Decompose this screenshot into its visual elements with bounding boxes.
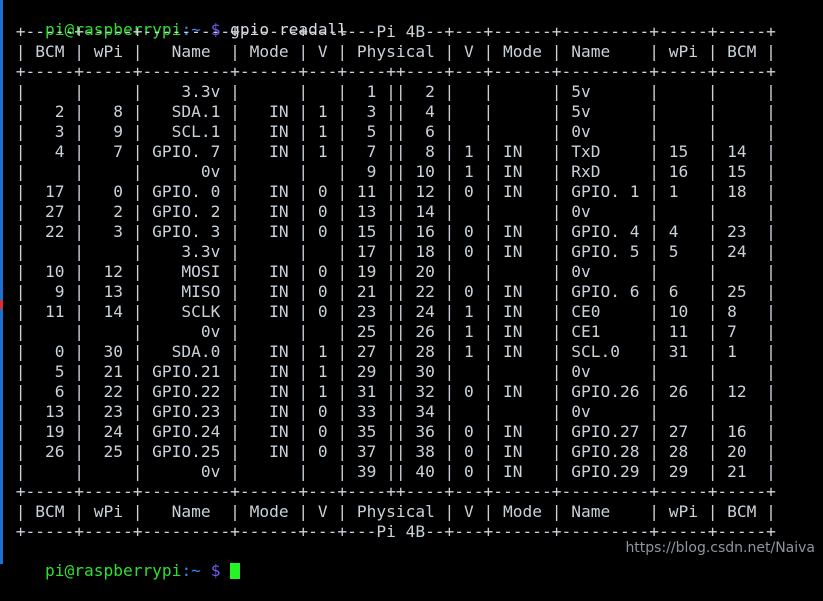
watermark: https://blog.csdn.net/Naiva xyxy=(625,540,815,556)
table-line: | 9 | 13 | MISO | IN | 0 | 21 || 22 | 0 … xyxy=(6,282,776,301)
scrollbar-track[interactable] xyxy=(0,0,3,564)
table-line: | 19 | 24 | GPIO.24 | IN | 0 | 35 || 36 … xyxy=(6,422,776,441)
table-line: | | | 0v | | | 25 || 26 | 1 | IN | CE1 |… xyxy=(6,322,776,341)
scrollbar-mark xyxy=(0,300,3,309)
table-line: +-----+-----+---------+------+---+----++… xyxy=(6,482,776,501)
table-line: | BCM | wPi | Name | Mode | V | Physical… xyxy=(6,502,776,521)
table-line: | 2 | 8 | SDA.1 | IN | 1 | 3 || 4 | | | … xyxy=(6,102,776,121)
table-line: | 3 | 9 | SCL.1 | IN | 1 | 5 || 6 | | | … xyxy=(6,122,776,141)
table-line: | 6 | 22 | GPIO.22 | IN | 1 | 31 || 32 |… xyxy=(6,382,776,401)
bottom-prompt-line: pi@raspberrypi:~ $ xyxy=(6,541,241,580)
gpio-readall-output: +-----+-----+---------+------+---+---Pi … xyxy=(6,22,776,542)
table-line: | 10 | 12 | MOSI | IN | 0 | 19 || 20 | |… xyxy=(6,262,776,281)
table-line: +-----+-----+---------+------+---+----++… xyxy=(6,62,776,81)
table-line: | | | 3.3v | | | 1 || 2 | | | 5v | | | xyxy=(6,82,776,101)
table-line: | 22 | 3 | GPIO. 3 | IN | 0 | 15 || 16 |… xyxy=(6,222,776,241)
table-line: | 11 | 14 | SCLK | IN | 0 | 23 || 24 | 1… xyxy=(6,302,776,321)
terminal-window[interactable]: pi@raspberrypi:~ $ gpio readall +-----+-… xyxy=(0,0,823,580)
table-line: | 4 | 7 | GPIO. 7 | IN | 1 | 7 || 8 | 1 … xyxy=(6,142,776,161)
table-line: | BCM | wPi | Name | Mode | V | Physical… xyxy=(6,42,776,61)
text-cursor xyxy=(230,563,241,579)
table-line: | 26 | 25 | GPIO.25 | IN | 0 | 37 || 38 … xyxy=(6,442,776,461)
table-line: | 0 | 30 | SDA.0 | IN | 1 | 27 || 28 | 1… xyxy=(6,342,776,361)
command-line: pi@raspberrypi:~ $ gpio readall xyxy=(6,0,347,39)
table-line: | | | 0v | | | 9 || 10 | 1 | IN | RxD | … xyxy=(6,162,776,181)
table-line: | 5 | 21 | GPIO.21 | IN | 1 | 29 || 30 |… xyxy=(6,362,776,381)
table-line: | | | 3.3v | | | 17 || 18 | 0 | IN | GPI… xyxy=(6,242,776,261)
table-line: +-----+-----+---------+------+---+---Pi … xyxy=(6,22,776,41)
table-line: | 27 | 2 | GPIO. 2 | IN | 0 | 13 || 14 |… xyxy=(6,202,776,221)
table-line: | 17 | 0 | GPIO. 0 | IN | 0 | 11 || 12 |… xyxy=(6,182,776,201)
table-line: | 13 | 23 | GPIO.23 | IN | 0 | 33 || 34 … xyxy=(6,402,776,421)
table-line: | | | 0v | | | 39 || 40 | 0 | IN | GPIO.… xyxy=(6,462,776,481)
